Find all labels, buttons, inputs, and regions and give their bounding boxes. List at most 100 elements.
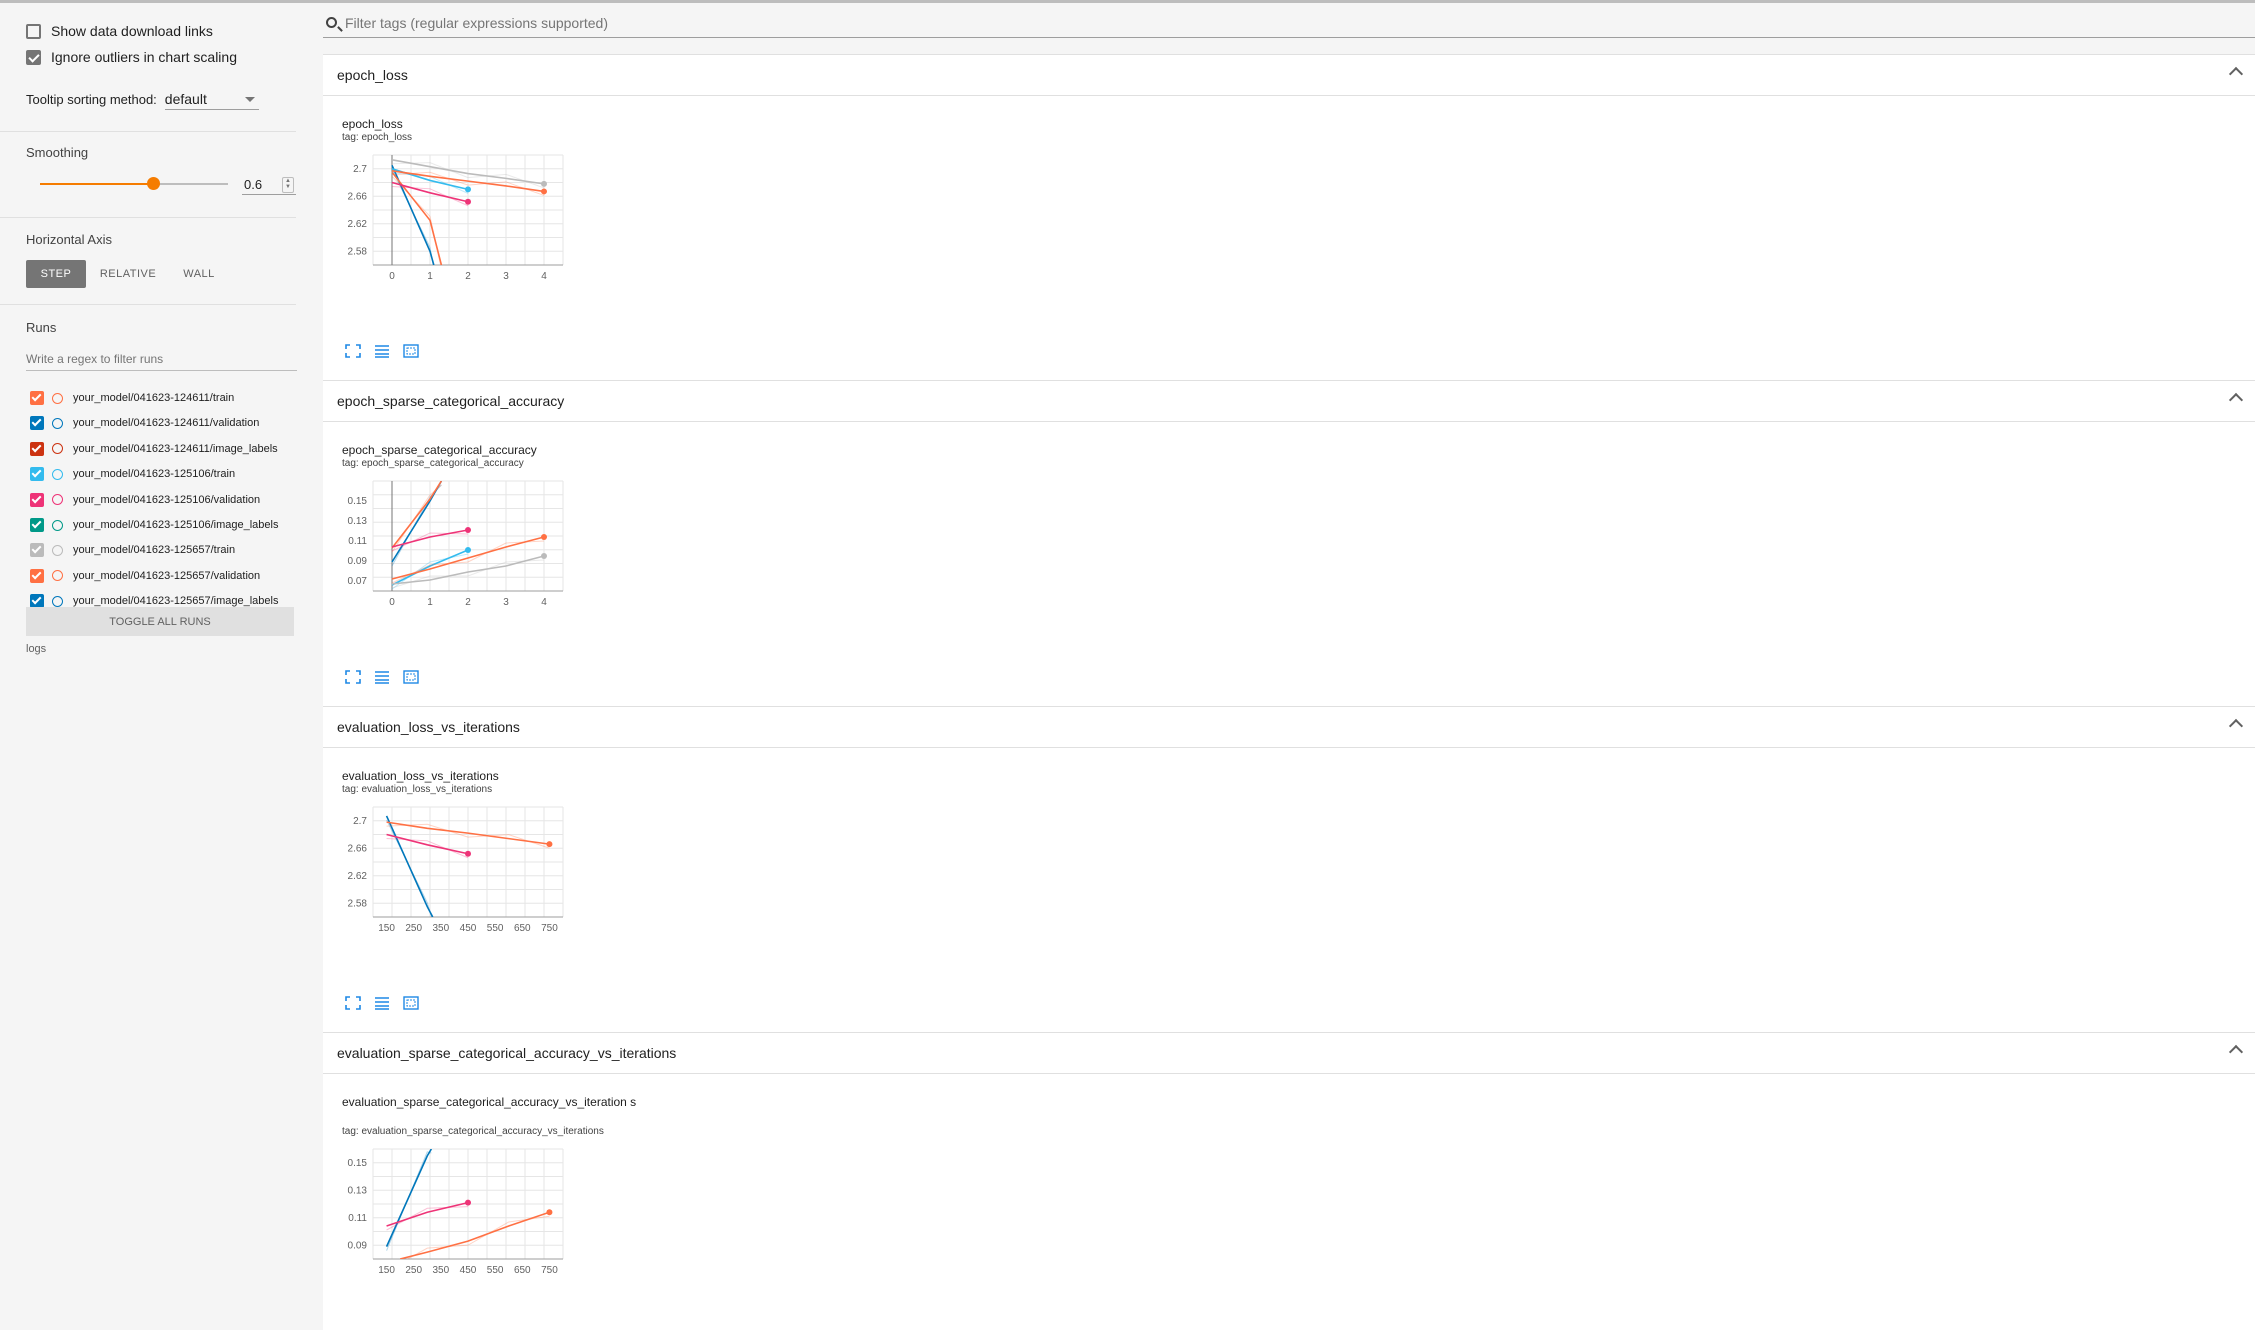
smoothing-label: Smoothing <box>26 145 89 160</box>
chevron-up-icon[interactable] <box>2228 392 2244 408</box>
y-tick-label: 2.7 <box>353 164 367 175</box>
run-color-swatch-icon[interactable] <box>52 544 63 556</box>
axis-relative-button[interactable]: RELATIVE <box>96 260 160 288</box>
series-end-point[interactable] <box>465 1199 471 1206</box>
run-color-swatch-icon[interactable] <box>52 468 63 480</box>
run-item[interactable]: your_model/041623-124611/image_labels <box>30 438 278 460</box>
series-end-point[interactable] <box>546 1209 553 1216</box>
list-lines-icon[interactable] <box>374 670 390 684</box>
x-tick-label: 1 <box>427 271 433 282</box>
chevron-up-icon[interactable] <box>2228 718 2244 734</box>
series-end-point[interactable] <box>541 534 547 540</box>
run-item[interactable]: your_model/041623-125106/train <box>30 463 235 485</box>
smoothing-slider-thumb[interactable] <box>146 177 160 190</box>
zoom-region-icon[interactable] <box>403 670 419 684</box>
fit-to-screen-icon[interactable] <box>345 670 361 684</box>
card-title: epoch_sparse_categorical_accuracy <box>337 393 565 409</box>
run-checkbox[interactable] <box>30 441 44 456</box>
zoom-region-icon[interactable] <box>403 344 419 358</box>
run-color-swatch-icon[interactable] <box>52 519 63 531</box>
series-end-point[interactable] <box>465 547 471 553</box>
run-checkbox[interactable] <box>30 518 44 532</box>
chevron-up-icon[interactable] <box>2228 1044 2244 1060</box>
chart-tag: tag: epoch_loss <box>342 132 413 143</box>
y-tick-label: 0.09 <box>348 1240 368 1251</box>
line-chart[interactable]: 0 1 2 3 4 2.7 2.66 2.62 2.58 <box>339 151 569 289</box>
fit-to-screen-icon[interactable] <box>345 344 361 358</box>
runs-filter-input[interactable]: Write a regex to filter runs <box>26 348 297 371</box>
chart-tag: tag: evaluation_loss_vs_iterations <box>342 784 493 795</box>
x-tick-label: 550 <box>487 1265 504 1276</box>
series-end-point[interactable] <box>465 527 471 533</box>
toggle-all-runs-button[interactable]: TOGGLE ALL RUNS <box>26 607 294 636</box>
card-header[interactable]: epoch_sparse_categorical_accuracy <box>323 381 2255 422</box>
axis-step-button[interactable]: STEP <box>26 260 86 288</box>
run-checkbox[interactable] <box>30 416 44 431</box>
line-chart[interactable]: 150 250 350 450 550 650 750 2.7 2.66 2.62 2.58 <box>339 803 569 941</box>
series-end-point[interactable] <box>465 850 471 857</box>
run-item[interactable]: your_model/041623-125657/validation <box>30 565 260 587</box>
list-lines-icon[interactable] <box>374 344 390 358</box>
x-tick-label: 4 <box>541 271 547 282</box>
ignore-outliers-label: Ignore outliers in chart scaling <box>51 49 237 65</box>
series-end-point[interactable] <box>541 180 547 187</box>
series-line[interactable] <box>385 815 434 917</box>
run-item[interactable]: your_model/041623-124611/train <box>30 387 234 409</box>
fit-to-screen-icon[interactable] <box>345 996 361 1010</box>
line-chart[interactable]: 0 1 2 3 4 0.15 0.13 0.11 0.09 0.07 <box>339 477 569 615</box>
chevron-up-icon[interactable] <box>2228 66 2244 82</box>
x-tick-label: 0 <box>389 271 395 282</box>
divider <box>0 217 296 218</box>
run-item[interactable]: your_model/041623-125657/train <box>30 539 235 561</box>
card-header[interactable]: epoch_loss <box>323 55 2255 96</box>
card-header[interactable]: evaluation_sparse_categorical_accuracy_v… <box>323 1033 2255 1074</box>
run-item[interactable]: your_model/041623-124611/validation <box>30 412 259 434</box>
series-line[interactable] <box>386 1201 469 1227</box>
zoom-region-icon[interactable] <box>403 996 419 1010</box>
show-download-checkbox[interactable] <box>26 23 41 39</box>
ignore-outliers-toggle[interactable]: Ignore outliers in chart scaling <box>26 45 237 69</box>
smoothing-slider[interactable] <box>40 177 228 190</box>
card-header[interactable]: evaluation_loss_vs_iterations <box>323 707 2255 748</box>
run-label: your_model/041623-125106/image_labels <box>73 519 279 531</box>
smoothing-value-input[interactable]: 0.6 ▲ ▼ <box>242 175 296 195</box>
chart-tag: tag: epoch_sparse_categorical_accuracy <box>342 458 524 469</box>
series-end-point[interactable] <box>546 841 553 848</box>
y-tick-label: 2.58 <box>348 898 368 909</box>
run-checkbox[interactable] <box>30 467 44 482</box>
tooltip-sort-select[interactable]: default <box>164 89 259 110</box>
series-end-point[interactable] <box>541 188 547 195</box>
list-lines-icon[interactable] <box>374 996 390 1010</box>
show-download-links-toggle[interactable]: Show data download links <box>26 19 213 43</box>
run-color-swatch-icon[interactable] <box>52 595 63 607</box>
run-label: your_model/041623-125657/train <box>73 544 236 557</box>
run-item[interactable]: your_model/041623-125106/validation <box>30 489 260 511</box>
tooltip-sort-control: Tooltip sorting method: default <box>26 89 259 110</box>
series-line[interactable] <box>399 1211 550 1259</box>
run-checkbox[interactable] <box>30 543 44 558</box>
run-color-swatch-icon[interactable] <box>52 570 63 582</box>
series-end-point[interactable] <box>465 186 471 193</box>
run-checkbox[interactable] <box>30 391 44 405</box>
line-chart[interactable]: 150 250 350 450 550 650 750 0.15 0.13 0.11 0.09 <box>339 1145 569 1283</box>
run-color-swatch-icon[interactable] <box>52 443 63 455</box>
run-checkbox[interactable] <box>30 492 44 507</box>
y-tick-label: 0.07 <box>348 576 368 587</box>
axis-wall-button[interactable]: WALL <box>172 260 226 288</box>
show-download-label: Show data download links <box>51 23 213 39</box>
chart-grid <box>372 806 564 918</box>
series-end-point[interactable] <box>465 198 471 205</box>
run-label: your_model/041623-125657/validation <box>73 569 261 582</box>
spinner-icon[interactable]: ▲ ▼ <box>282 177 294 193</box>
tag-filter-input[interactable]: Filter tags (regular expressions support… <box>323 11 2255 38</box>
run-checkbox[interactable] <box>30 568 44 583</box>
run-color-swatch-icon[interactable] <box>52 494 63 506</box>
series-raw-line <box>386 1151 432 1251</box>
series-end-point[interactable] <box>541 553 547 559</box>
ignore-outliers-checkbox[interactable] <box>26 49 41 65</box>
run-color-swatch-icon[interactable] <box>52 417 63 429</box>
y-tick-label: 0.13 <box>348 1185 368 1196</box>
run-color-swatch-icon[interactable] <box>52 392 63 404</box>
x-tick-label: 750 <box>541 923 558 934</box>
run-item[interactable]: your_model/041623-125106/image_labels <box>30 514 278 536</box>
